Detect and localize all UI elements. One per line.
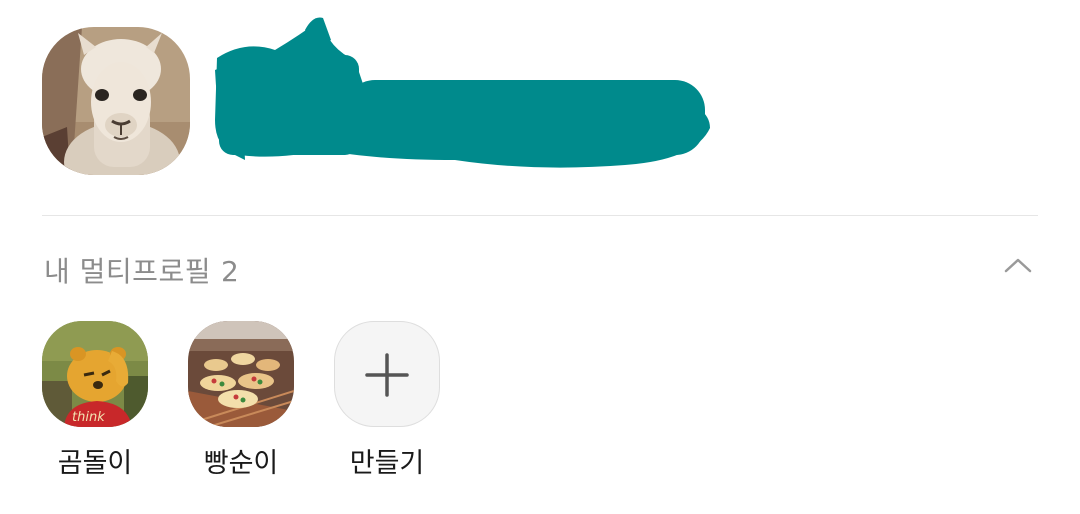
- alpaca-photo-icon: [42, 27, 190, 175]
- create-profile-tile[interactable]: [334, 321, 440, 427]
- multi-profile-count: 2: [220, 255, 240, 288]
- pooh-bear-photo-icon: think: [42, 321, 148, 427]
- plus-icon: [365, 353, 409, 397]
- bakery-photo-icon: [188, 321, 294, 427]
- multi-profile-label: 빵순이: [203, 448, 279, 479]
- create-profile-label: 만들기: [349, 448, 425, 479]
- multi-profile-item[interactable]: 빵순이: [188, 318, 298, 488]
- my-profile-row[interactable]: [0, 0, 1080, 210]
- profile-screen: 내 멀티프로필 2 think 곰돌이 빵순이 만들기: [0, 0, 1080, 514]
- profile-avatar[interactable]: [42, 27, 190, 175]
- multi-profile-avatar[interactable]: [188, 321, 294, 427]
- collapse-button[interactable]: [998, 246, 1038, 286]
- multi-profile-item[interactable]: think 곰돌이: [42, 318, 152, 488]
- multi-profile-list: think 곰돌이 빵순이 만들기: [0, 318, 1080, 498]
- svg-text:think: think: [72, 410, 105, 425]
- multi-profile-title: 내 멀티프로필 2: [44, 250, 239, 290]
- divider: [42, 215, 1038, 216]
- multi-profile-header[interactable]: 내 멀티프로필 2: [42, 240, 1038, 296]
- multi-profile-label: 곰돌이: [57, 448, 133, 479]
- redacted-name-scribble: [215, 17, 710, 168]
- create-multi-profile-button[interactable]: 만들기: [334, 318, 444, 488]
- multi-profile-title-text: 내 멀티프로필: [44, 255, 211, 288]
- multi-profile-avatar[interactable]: think: [42, 321, 148, 427]
- chevron-up-icon: [1004, 258, 1032, 273]
